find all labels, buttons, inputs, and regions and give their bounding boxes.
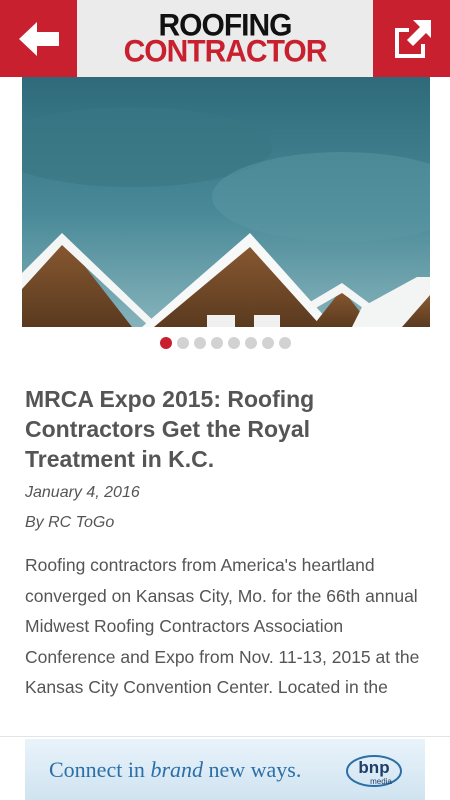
article-date: January 4, 2016 xyxy=(25,484,140,501)
svg-text:bnp: bnp xyxy=(358,758,389,777)
ad-text-emphasis: brand xyxy=(150,757,203,782)
carousel-dot[interactable] xyxy=(261,337,274,349)
logo-line-2: CONTRACTOR xyxy=(123,33,328,69)
publication-logo: ROOFING CONTRACTOR xyxy=(77,0,373,77)
carousel-dot[interactable] xyxy=(176,337,189,349)
carousel-dot[interactable] xyxy=(278,337,291,349)
svg-text:media: media xyxy=(370,777,392,786)
share-button[interactable] xyxy=(373,0,450,77)
article-byline: By RC ToGo xyxy=(25,514,115,531)
carousel-indicator xyxy=(0,337,450,349)
app-header: ROOFING CONTRACTOR xyxy=(0,0,450,77)
snowy-rooftops-photo xyxy=(22,77,430,327)
ad-text-after: new ways. xyxy=(203,757,302,782)
article-title: MRCA Expo 2015: Roofing Contractors Get … xyxy=(25,386,315,472)
carousel-dot[interactable] xyxy=(244,337,257,349)
hero-image[interactable] xyxy=(22,77,430,327)
carousel-dot[interactable] xyxy=(227,337,240,349)
ad-banner[interactable]: Connect in brand new ways. bnp media xyxy=(0,736,450,800)
carousel-dot[interactable] xyxy=(210,337,223,349)
ad-tagline: Connect in brand new ways. xyxy=(49,757,301,783)
external-link-icon xyxy=(394,19,431,58)
carousel-dot[interactable] xyxy=(159,337,172,349)
ad-creative: Connect in brand new ways. bnp media xyxy=(25,739,425,800)
article-body: Roofing contractors from America's heart… xyxy=(25,555,420,697)
back-button[interactable] xyxy=(0,0,77,77)
arrow-left-icon xyxy=(18,21,59,56)
bnp-media-logo: bnp media xyxy=(346,755,402,787)
carousel-dot[interactable] xyxy=(193,337,206,349)
ad-text-before: Connect in xyxy=(49,757,151,782)
